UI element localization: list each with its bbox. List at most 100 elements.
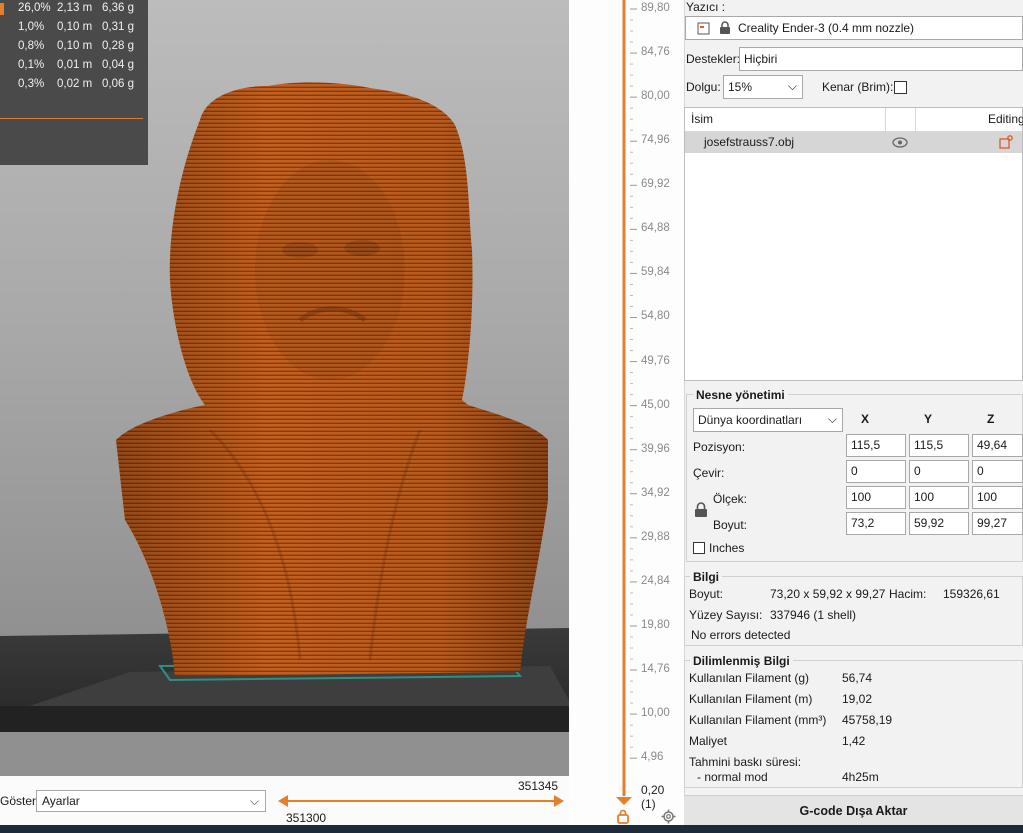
infill-label: Dolgu: xyxy=(686,80,721,94)
supports-select[interactable]: Hiçbiri xyxy=(739,47,1023,71)
slider-tick-label: 19,80 xyxy=(641,618,670,631)
slider-tick-label: 54,80 xyxy=(641,310,670,323)
slider-right-handle[interactable] xyxy=(554,795,564,807)
slider-tick-label: 45,00 xyxy=(641,398,670,411)
legend-weight: 0,31 g xyxy=(102,21,134,33)
position-label: Pozisyon: xyxy=(693,440,746,454)
filament-mm3-label: Kullanılan Filament (mm³) xyxy=(689,713,827,727)
show-select[interactable]: Ayarlar ⌵ xyxy=(36,790,266,812)
filament-g-value: 56,74 xyxy=(842,671,873,685)
printer-icon xyxy=(697,22,710,35)
print-time-label: Tahmini baskı süresi: xyxy=(689,755,802,769)
edit-settings-icon[interactable] xyxy=(999,135,1013,149)
inches-checkbox[interactable] xyxy=(693,542,705,554)
scale-z-input[interactable]: 100 xyxy=(972,486,1023,509)
layer-legend: 26,0% 2,13 m 6,36 g 1,0% 0,10 m 0,31 g 0… xyxy=(0,0,148,165)
axis-z-header: Z xyxy=(987,412,995,426)
export-gcode-label: G-code Dışa Aktar xyxy=(799,804,908,818)
size-y-value: 59,92 xyxy=(914,516,945,530)
size-x-value: 73,2 xyxy=(851,516,875,530)
rotation-x-value: 0 xyxy=(851,464,858,478)
rotation-x-input[interactable]: 0 xyxy=(846,460,906,483)
legend-row: 0,8% 0,10 m 0,28 g xyxy=(0,38,148,57)
vertical-layer-slider[interactable] xyxy=(569,0,684,825)
size-z-input[interactable]: 99,27 xyxy=(972,512,1023,535)
infill-select[interactable]: 15% ⌵ xyxy=(723,75,803,99)
slider-tick-label: 24,84 xyxy=(641,574,670,587)
position-y-input[interactable]: 115,5 xyxy=(909,434,969,457)
info-title: Bilgi xyxy=(690,570,722,584)
scale-y-value: 100 xyxy=(914,490,935,504)
legend-row: 1,0% 0,10 m 0,31 g xyxy=(0,19,148,38)
scale-y-input[interactable]: 100 xyxy=(909,486,969,509)
filament-m-label: Kullanılan Filament (m) xyxy=(689,692,813,706)
object-manipulation-title: Nesne yönetimi xyxy=(693,388,788,402)
brim-checkbox[interactable] xyxy=(894,81,907,94)
slider-tick-label: 89,80 xyxy=(641,2,670,14)
size-x-input[interactable]: 73,2 xyxy=(846,512,906,535)
chevron-down-icon: ⌵ xyxy=(249,794,259,808)
legend-percent: 0,8% xyxy=(18,40,45,52)
legend-percent: 0,3% xyxy=(18,78,45,90)
filament-mm3-value: 45758,19 xyxy=(842,713,893,727)
info-facets-value: 337946 (1 shell) xyxy=(770,608,857,622)
legend-row: 26,0% 2,13 m 6,36 g xyxy=(0,0,148,19)
list-item[interactable]: josefstrauss7.obj xyxy=(685,132,1022,153)
slider-tick-label: 64,88 xyxy=(641,222,670,235)
show-label: Göster xyxy=(0,794,37,808)
column-editing-header: Editing xyxy=(988,112,1023,126)
normal-mode-value: 4h25m xyxy=(842,770,879,784)
legend-divider xyxy=(0,118,143,119)
eye-icon[interactable] xyxy=(892,137,908,148)
position-x-value: 115,5 xyxy=(851,438,881,452)
slider-tick-label: 29,88 xyxy=(641,530,670,543)
slider-tick-label: 69,92 xyxy=(641,178,670,191)
column-name-header: İsim xyxy=(691,112,713,126)
filament-m-value: 19,02 xyxy=(842,692,873,706)
supports-value: Hiçbiri xyxy=(744,52,778,66)
legend-length: 2,13 m xyxy=(57,2,93,14)
export-gcode-button[interactable]: G-code Dışa Aktar xyxy=(684,795,1023,825)
rotation-y-input[interactable]: 0 xyxy=(909,460,969,483)
legend-weight: 0,28 g xyxy=(102,40,134,52)
slider-tick-label: 34,92 xyxy=(641,486,670,499)
axis-y-header: Y xyxy=(924,412,933,426)
position-x-input[interactable]: 115,5 xyxy=(846,434,906,457)
3d-viewport[interactable]: 26,0% 2,13 m 6,36 g 1,0% 0,10 m 0,31 g 0… xyxy=(0,0,569,776)
lock-icon[interactable] xyxy=(616,809,630,824)
printer-select[interactable]: Creality Ender-3 (0.4 mm nozzle) xyxy=(685,16,1023,40)
legend-percent: 0,1% xyxy=(18,59,45,71)
legend-weight: 6,36 g xyxy=(102,2,134,14)
slider-tick-label: 80,00 xyxy=(641,90,670,103)
slider-min-value: 351300 xyxy=(286,811,327,825)
slider-tick-label: 84,76 xyxy=(641,46,670,59)
object-list: İsim Editing josefstrauss7.obj xyxy=(684,107,1023,381)
scale-z-value: 100 xyxy=(977,490,998,504)
coordinate-system-select[interactable]: Dünya koordinatları ⌵ xyxy=(693,408,843,432)
show-select-value: Ayarlar xyxy=(42,794,80,808)
lock-icon[interactable] xyxy=(694,502,708,518)
object-list-header: İsim Editing xyxy=(685,108,1023,132)
filament-g-label: Kullanılan Filament (g) xyxy=(689,671,810,685)
supports-label: Destekler: xyxy=(686,52,741,66)
settings-icon[interactable] xyxy=(661,809,676,824)
legend-percent: 1,0% xyxy=(18,21,45,33)
cost-label: Maliyet xyxy=(689,734,728,748)
rotation-z-input[interactable]: 0 xyxy=(972,460,1023,483)
scale-x-input[interactable]: 100 xyxy=(846,486,906,509)
horizontal-layer-slider[interactable] xyxy=(276,792,566,810)
printer-value: Creality Ender-3 (0.4 mm nozzle) xyxy=(738,21,915,35)
size-y-input[interactable]: 59,92 xyxy=(909,512,969,535)
slider-bottom-handle[interactable] xyxy=(616,797,632,805)
chevron-down-icon: ⌵ xyxy=(787,79,797,93)
info-errors: No errors detected xyxy=(691,628,791,642)
position-z-value: 49,64 xyxy=(977,438,1008,452)
slider-left-handle[interactable] xyxy=(278,795,288,807)
slider-tick-label: 10,00 xyxy=(641,707,670,720)
legend-row: 0,1% 0,01 m 0,04 g xyxy=(0,57,148,76)
position-z-input[interactable]: 49,64 xyxy=(972,434,1023,457)
legend-percent: 26,0% xyxy=(18,2,51,14)
slider-tick-label: 74,96 xyxy=(641,134,670,147)
infill-value: 15% xyxy=(728,80,753,94)
slider-bottom-height: 0,20 xyxy=(641,783,665,797)
